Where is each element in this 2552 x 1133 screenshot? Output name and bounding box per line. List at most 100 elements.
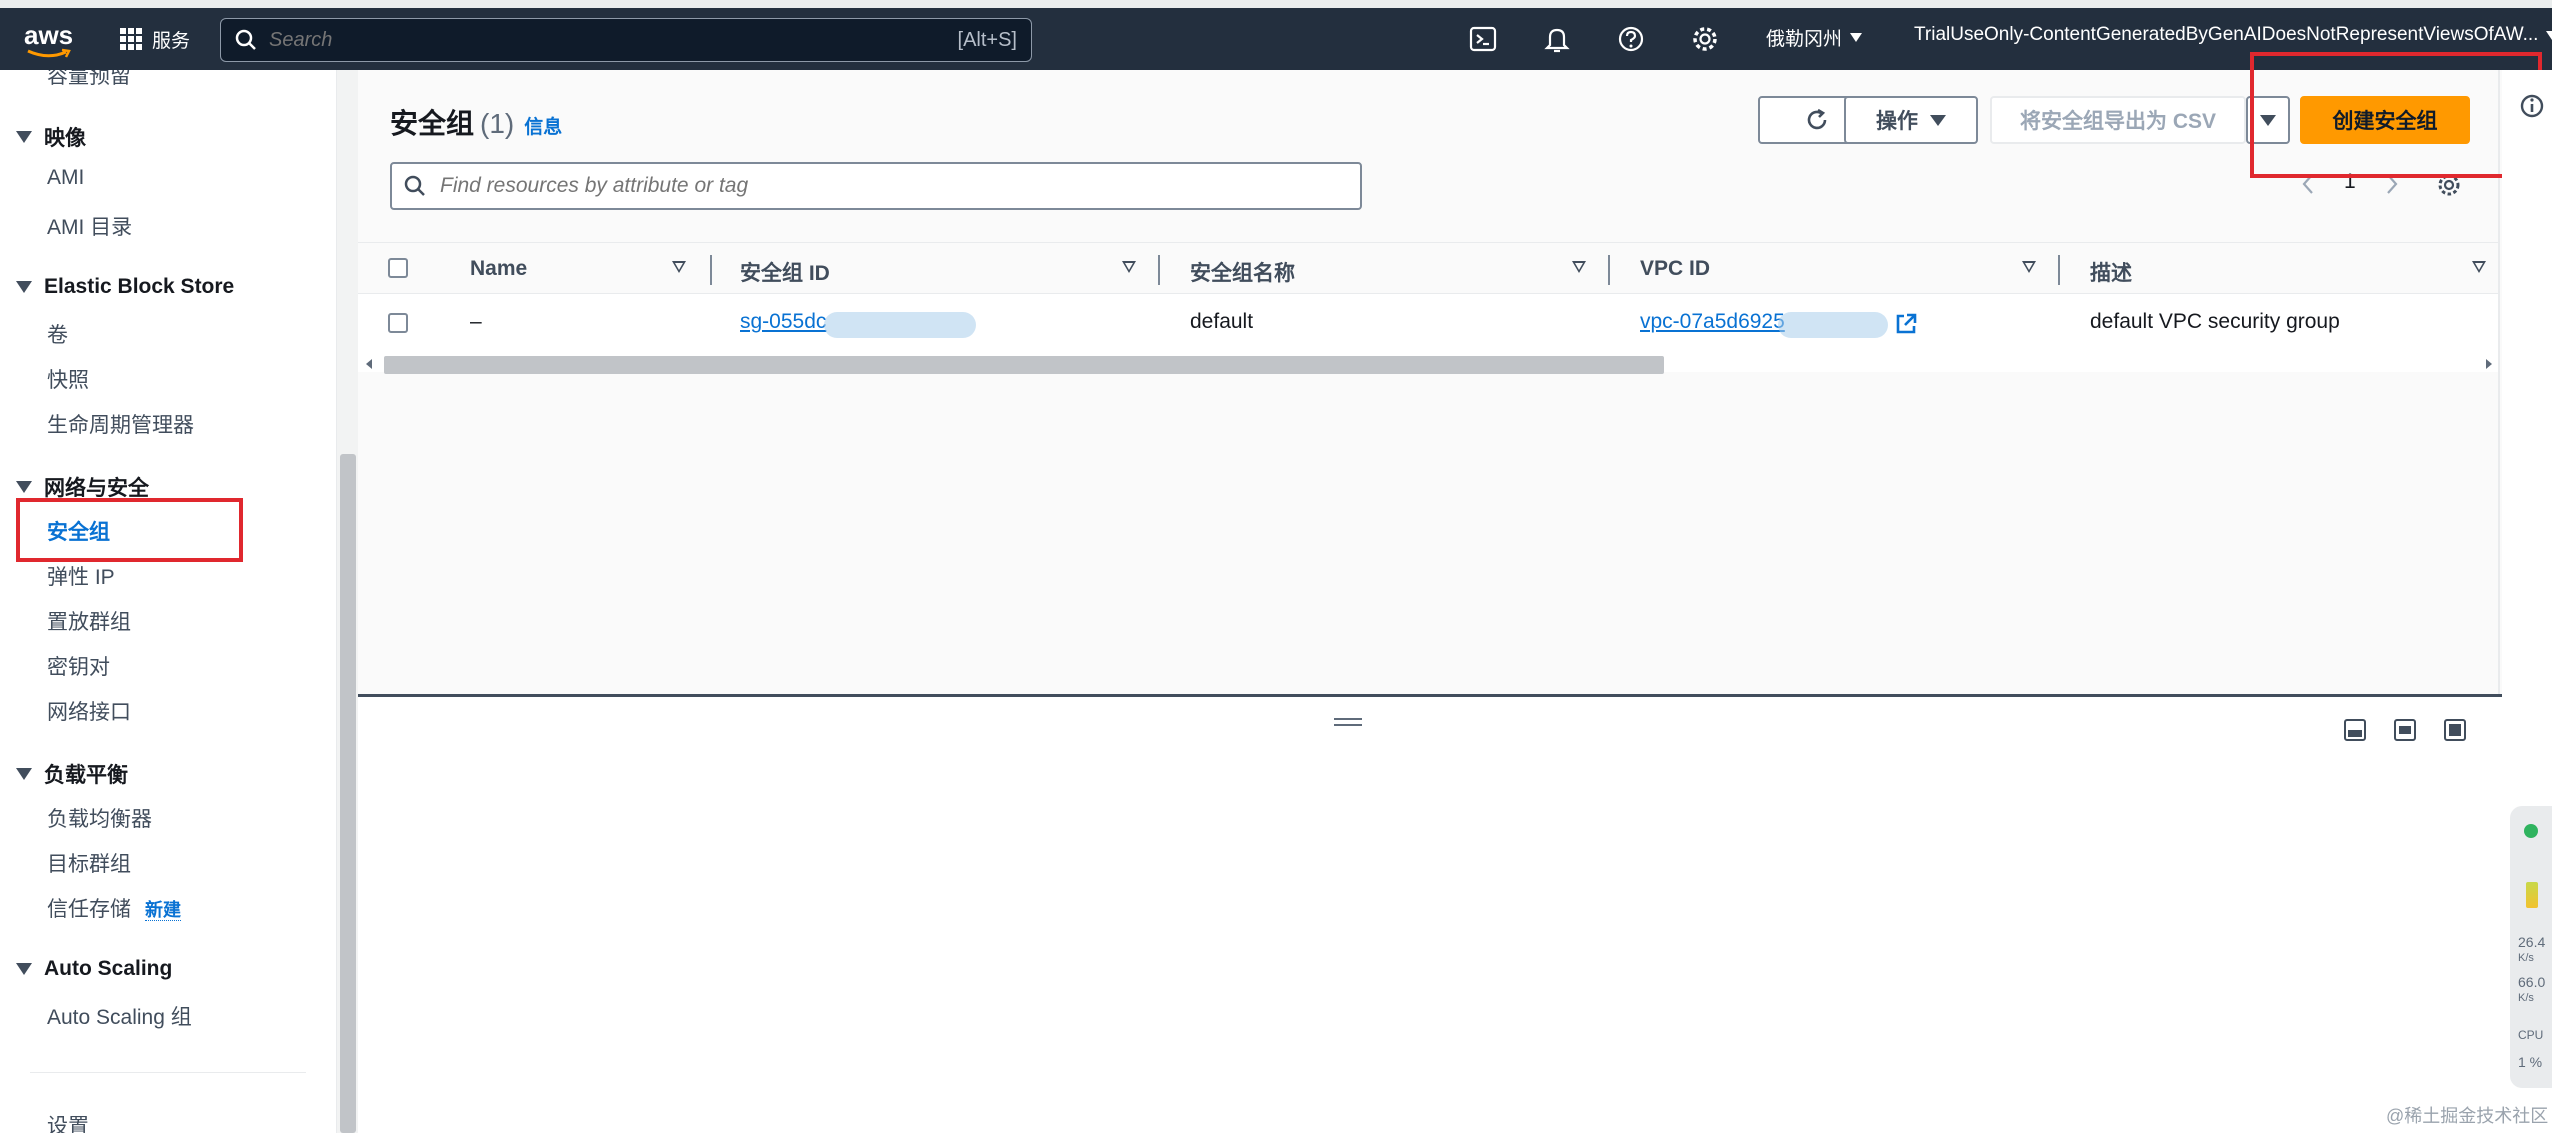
sort-icon[interactable] (672, 261, 686, 273)
sidebar-item-key-pairs[interactable]: 密钥对 (47, 651, 110, 681)
page-title: 安全组 (1) 信息 (390, 108, 563, 139)
column-header-description[interactable]: 描述 (2090, 257, 2132, 287)
region-selector[interactable]: 俄勒冈州 (1766, 24, 1863, 51)
chevron-down-icon (2546, 30, 2552, 40)
search-input[interactable] (267, 27, 958, 53)
redacted-blur (1778, 312, 1888, 338)
side-navigation: 容量预留 映像 AMI AMI 目录 Elastic Block Store 卷… (0, 70, 336, 1133)
aws-logo[interactable]: aws (22, 18, 80, 58)
table-horizontal-scrollbar[interactable] (358, 352, 2498, 374)
sidebar-item-ami-catalog[interactable]: AMI 目录 (47, 211, 132, 241)
table-header: Name 安全组 ID 安全组名称 VPC ID 描述 (358, 242, 2498, 294)
highlight-box-security-groups (16, 498, 243, 562)
column-resizer[interactable] (1608, 255, 1610, 285)
sidebar-item-volumes[interactable]: 卷 (47, 319, 68, 349)
network-monitor-widget[interactable]: 26.4 K/s 66.0 K/s CPU 1 % (2510, 806, 2552, 1088)
highlight-box-create-button (2250, 52, 2542, 178)
sidebar-item-trust-stores[interactable]: 信任存储 新建 (47, 893, 181, 923)
sidebar-item-load-balancers[interactable]: 负载均衡器 (47, 803, 152, 833)
table-row[interactable]: – sg-055dc default vpc-07a5d6925 default… (358, 294, 2498, 352)
sort-icon[interactable] (2022, 261, 2036, 273)
cloudshell-icon[interactable] (1468, 24, 1498, 54)
main-content: 安全组 (1) 信息 操作 将安全组导出为 CSV 创建安全组 Find res… (358, 70, 2502, 1133)
column-header-name[interactable]: Name (470, 257, 527, 281)
sidebar-section-images[interactable]: 映像 (16, 122, 86, 152)
scroll-left-arrow[interactable] (366, 359, 372, 369)
sidebar-scrollbar[interactable] (336, 70, 358, 1133)
sidebar-item-target-groups[interactable]: 目标群组 (47, 848, 131, 878)
column-header-vpc-id[interactable]: VPC ID (1640, 257, 1710, 281)
sidebar-item-settings[interactable]: 设置 (47, 1110, 89, 1133)
resize-handle-icon[interactable] (1334, 718, 1362, 726)
sidebar-item-placement-groups[interactable]: 置放群组 (47, 606, 131, 636)
gear-icon[interactable] (1690, 24, 1720, 54)
info-link[interactable]: 信息 (524, 117, 562, 138)
sort-icon[interactable] (2472, 261, 2486, 273)
account-label: TrialUseOnly-ContentGeneratedByGenAIDoes… (1914, 24, 2539, 45)
services-menu[interactable]: 服务 (120, 22, 190, 56)
global-search[interactable]: [Alt+S] (220, 18, 1032, 62)
redacted-blur (824, 312, 976, 338)
column-resizer[interactable] (2058, 255, 2060, 285)
status-dot-icon (2524, 824, 2538, 838)
sidebar-item-network-interfaces[interactable]: 网络接口 (47, 696, 131, 726)
actions-button[interactable]: 操作 (1844, 96, 1978, 144)
help-icon[interactable] (1616, 24, 1646, 54)
scrollbar-thumb[interactable] (384, 356, 1664, 374)
watermark: @稀土掘金技术社区 (2386, 1106, 2549, 1126)
split-full-icon[interactable] (2444, 719, 2466, 741)
cell-name: – (470, 310, 482, 333)
new-badge: 新建 (145, 900, 181, 921)
aws-smile-icon (27, 48, 71, 58)
caret-down-icon (16, 963, 32, 975)
sidebar-scrollbar-thumb[interactable] (340, 454, 356, 1133)
caret-down-icon (16, 131, 32, 143)
export-csv-button[interactable]: 将安全组导出为 CSV (1990, 96, 2246, 144)
sidebar-section-load-balancing[interactable]: 负载平衡 (16, 759, 128, 789)
sort-icon[interactable] (1572, 261, 1586, 273)
sidebar-section-auto-scaling[interactable]: Auto Scaling (16, 957, 172, 981)
region-label: 俄勒冈州 (1766, 29, 1843, 50)
caret-down-icon (16, 281, 32, 293)
row-checkbox[interactable] (388, 313, 408, 333)
sidebar-item-capacity-reservation[interactable]: 容量预留 (47, 70, 131, 90)
select-all-checkbox[interactable] (388, 258, 408, 278)
sidebar-item-snapshots[interactable]: 快照 (47, 364, 89, 394)
cpu-label: CPU (2518, 1028, 2544, 1042)
grid-icon (120, 28, 142, 50)
account-menu[interactable]: TrialUseOnly-ContentGeneratedByGenAIDoes… (1914, 24, 2552, 46)
caret-down-icon (16, 768, 32, 780)
chevron-down-icon (1850, 33, 1863, 42)
caret-down-icon (16, 481, 32, 493)
scroll-right-arrow[interactable] (2486, 359, 2492, 369)
search-icon (235, 29, 256, 50)
column-header-sg-id[interactable]: 安全组 ID (740, 257, 830, 287)
vpc-id-link[interactable]: vpc-07a5d6925 (1640, 310, 1785, 334)
cpu-value: 1 % (2518, 1054, 2543, 1070)
sort-icon[interactable] (1122, 261, 1136, 273)
caret-down-icon (1930, 114, 1946, 126)
browser-edge (0, 0, 2552, 8)
sidebar-item-ami[interactable]: AMI (47, 166, 84, 190)
filter-input[interactable] (438, 173, 1360, 199)
split-side-icon[interactable] (2394, 719, 2416, 741)
split-bottom-icon[interactable] (2344, 719, 2366, 741)
sidebar-divider (30, 1072, 306, 1073)
bell-icon[interactable] (1542, 24, 1572, 54)
column-header-sg-name[interactable]: 安全组名称 (1190, 257, 1295, 287)
cell-sg-name: default (1190, 310, 1254, 333)
sidebar-item-elastic-ips[interactable]: 弹性 IP (47, 561, 115, 591)
security-group-id-link[interactable]: sg-055dc (740, 310, 826, 334)
info-icon[interactable] (2518, 92, 2546, 120)
split-panel-divider[interactable] (358, 694, 2502, 697)
column-resizer[interactable] (710, 255, 712, 285)
download-speed: 66.0 (2518, 974, 2546, 990)
filter-bar[interactable] (390, 162, 1362, 210)
refresh-icon (1807, 108, 1827, 130)
sidebar-item-auto-scaling-groups[interactable]: Auto Scaling 组 (47, 1001, 192, 1031)
sidebar-section-ebs[interactable]: Elastic Block Store (16, 275, 234, 299)
external-link-icon[interactable] (1894, 312, 1918, 336)
column-resizer[interactable] (1158, 255, 1160, 285)
sidebar-item-lifecycle-manager[interactable]: 生命周期管理器 (47, 409, 194, 439)
battery-icon (2526, 882, 2538, 908)
